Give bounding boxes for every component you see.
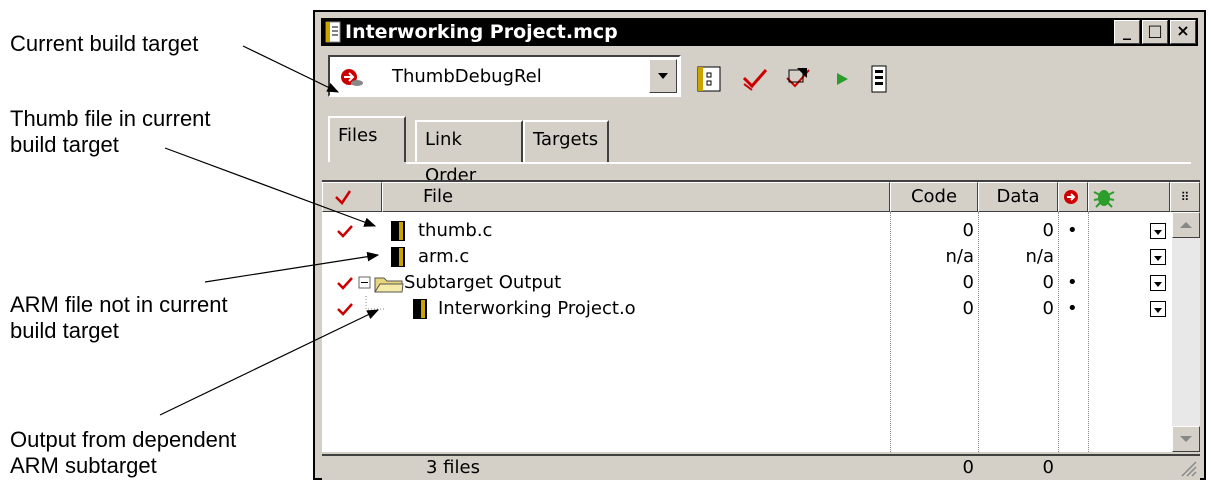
row-menu-button[interactable] (1150, 301, 1166, 317)
touched-check-icon (337, 277, 353, 290)
code-size: 0 (962, 272, 974, 293)
tree-branch-line (365, 296, 386, 310)
code-size: n/a (945, 246, 974, 267)
in-target-dot: • (1067, 298, 1078, 319)
project-file-icon (325, 21, 341, 43)
window-title: Interworking Project.mcp (345, 21, 618, 43)
file-list: File Code Data ⠿ thumb.c 0 0 • arm.c n/a… (322, 180, 1200, 452)
touched-check-icon (337, 303, 353, 316)
callout-output-line1: Output from dependent (10, 427, 237, 452)
debug-icon[interactable] (865, 64, 895, 94)
bug-icon (1093, 190, 1115, 208)
file-row-thumb[interactable]: thumb.c 0 0 • (322, 218, 1172, 244)
file-name: arm.c (418, 246, 470, 267)
list-header: File Code Data ⠿ (322, 182, 1200, 212)
check-syntax-icon[interactable] (740, 64, 770, 94)
callout-arm-file-line1: ARM file not in current (10, 292, 228, 317)
file-row-object[interactable]: Interworking Project.o 0 0 • (322, 296, 1172, 322)
build-target-select[interactable]: ThumbDebugRel (328, 55, 681, 97)
callout-thumb-file-line1: Thumb file in current (10, 106, 211, 131)
touch-check-icon (335, 190, 352, 205)
chevron-down-icon (658, 73, 668, 79)
resize-grip-icon[interactable] (1178, 458, 1198, 478)
file-row-subtarget[interactable]: Subtarget Output 0 0 • (322, 270, 1172, 296)
minimize-button[interactable]: _ (1114, 20, 1140, 44)
dropdown-button[interactable] (649, 59, 677, 93)
tab-link-order[interactable]: Link Order (415, 120, 523, 186)
project-window: Interworking Project.mcp _ □ × ThumbDebu… (313, 10, 1206, 480)
chevron-down-icon (1154, 230, 1162, 235)
touched-check-icon (337, 225, 353, 238)
data-size: 0 (1042, 272, 1054, 293)
chevron-up-icon (1180, 222, 1192, 228)
folder-icon (374, 277, 404, 293)
code-total: 0 (962, 457, 974, 478)
target-icon (1064, 190, 1078, 204)
row-menu-button[interactable] (1150, 275, 1166, 291)
callout-output-line2: ARM subtarget (10, 453, 157, 478)
row-menu-button[interactable] (1150, 223, 1166, 239)
header-debug-column[interactable] (1088, 182, 1170, 212)
data-size: 0 (1042, 220, 1054, 241)
object-file-icon (413, 299, 427, 319)
file-name: Interworking Project.o (438, 298, 636, 319)
header-data[interactable]: Data (978, 182, 1058, 212)
in-target-dot: • (1067, 220, 1078, 241)
chevron-down-icon (1180, 436, 1192, 442)
vertical-scrollbar[interactable] (1172, 212, 1200, 452)
callout-current-build-target: Current build target (10, 31, 199, 56)
file-count: 3 files (426, 457, 480, 478)
header-touch-column[interactable] (322, 182, 382, 212)
code-size: 0 (962, 298, 974, 319)
header-options[interactable]: ⠿ (1170, 182, 1200, 212)
build-target-icon (341, 69, 363, 86)
run-icon[interactable] (827, 64, 857, 94)
source-file-icon (391, 247, 405, 267)
data-size: 0 (1042, 298, 1054, 319)
tab-targets[interactable]: Targets (523, 120, 609, 162)
scroll-up-button[interactable] (1172, 212, 1200, 238)
callout-thumb-file-line2: build target (10, 132, 119, 157)
file-name: thumb.c (418, 220, 493, 241)
status-bar: 3 files 0 0 (322, 454, 1200, 480)
collapse-icon[interactable] (358, 276, 372, 290)
header-file[interactable]: File (382, 182, 890, 212)
file-row-arm[interactable]: arm.c n/a n/a (322, 244, 1172, 270)
build-target-value: ThumbDebugRel (392, 66, 542, 87)
data-size: n/a (1025, 246, 1054, 267)
chevron-down-icon (1154, 282, 1162, 287)
callout-arm-file-line2: build target (10, 318, 119, 343)
chevron-down-icon (1154, 256, 1162, 261)
make-icon[interactable] (783, 64, 813, 94)
tab-files[interactable]: Files (328, 116, 406, 162)
row-menu-button[interactable] (1150, 249, 1166, 265)
header-target-column[interactable] (1058, 182, 1088, 212)
scroll-down-button[interactable] (1172, 426, 1200, 452)
in-target-dot: • (1067, 272, 1078, 293)
close-button[interactable]: × (1170, 20, 1196, 44)
header-code[interactable]: Code (890, 182, 978, 212)
title-bar[interactable]: Interworking Project.mcp _ □ × (321, 18, 1198, 46)
tab-strip-line (406, 162, 1191, 164)
chevron-down-icon (1154, 308, 1162, 313)
code-size: 0 (962, 220, 974, 241)
maximize-button[interactable]: □ (1142, 20, 1168, 44)
file-name: Subtarget Output (404, 272, 562, 293)
target-settings-icon[interactable] (695, 64, 725, 94)
source-file-icon (391, 221, 405, 241)
data-total: 0 (1042, 457, 1054, 478)
